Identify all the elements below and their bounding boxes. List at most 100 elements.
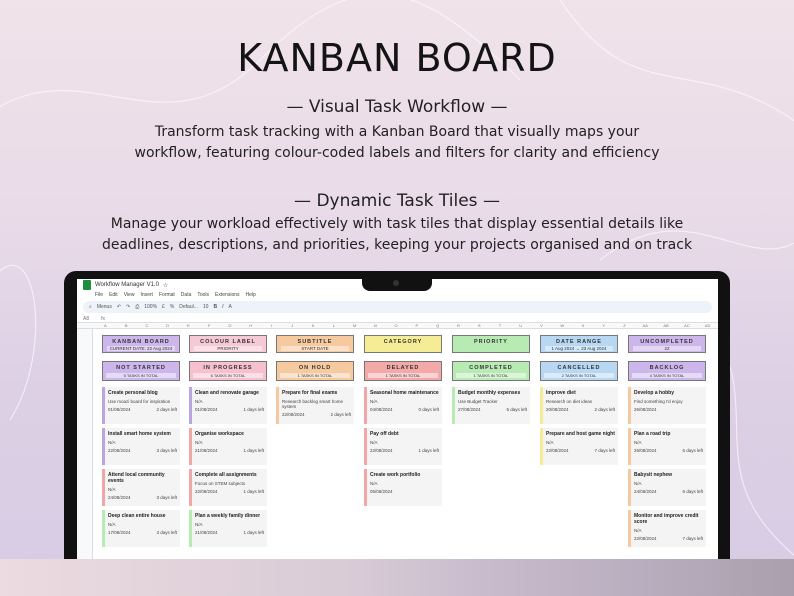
column-header[interactable]: N [365, 323, 386, 328]
column-header[interactable]: F [199, 323, 220, 328]
task-days-left: 0 days left [418, 407, 439, 412]
bold-icon[interactable]: B [213, 304, 217, 310]
header-box[interactable]: UNCOMPLETED 22 [628, 335, 706, 353]
column-title: ON HOLD [298, 365, 332, 371]
header-title: UNCOMPLETED [640, 339, 694, 345]
font-select[interactable]: Defaul... [179, 304, 198, 310]
task-card[interactable]: Improve diet Research on diet ideas 20/08/… [540, 387, 618, 424]
column-header[interactable]: L [323, 323, 344, 328]
menu-item[interactable]: Insert [140, 292, 153, 298]
task-date: 27/08/2024 [458, 407, 481, 412]
task-name: Organise workspace [195, 431, 244, 437]
column-header[interactable]: B [116, 323, 137, 328]
menu-item[interactable]: Data [181, 292, 192, 298]
column-title: COMPLETED [469, 365, 513, 371]
column-header[interactable]: U [510, 323, 531, 328]
column-header[interactable]: A [95, 323, 116, 328]
menu-item[interactable]: Tools [197, 292, 209, 298]
task-card[interactable]: Prepare for final exams Research backlog … [276, 387, 354, 424]
task-card[interactable]: Seasonal home maintenance N/A 04/08/2024 0 … [364, 387, 442, 424]
text-color-icon[interactable]: A [228, 304, 231, 310]
print-icon[interactable]: ⎙ [135, 304, 139, 310]
task-meta: 01/08/2024 2 days left [108, 407, 177, 412]
task-days-left: 1 days left [243, 489, 264, 494]
header-box[interactable]: PRIORITY [452, 335, 530, 353]
column-header[interactable]: Y [593, 323, 614, 328]
column-header[interactable]: S [469, 323, 490, 328]
task-card[interactable]: Pay off debt N/A 22/08/2024 1 days left [364, 428, 442, 465]
task-name: Plan a weekly family dinner [195, 513, 261, 519]
task-card[interactable]: Create personal blog Use moazi board for … [102, 387, 180, 424]
cell-reference[interactable]: A8 [83, 316, 89, 322]
task-meta: 26/08/2024 6 days left [634, 448, 703, 453]
column-header[interactable]: V [531, 323, 552, 328]
doc-title[interactable]: Workflow Manager V1.0 [95, 282, 159, 288]
task-card[interactable]: Plan a weekly family dinner N/A 21/08/2024… [189, 510, 267, 547]
column-header[interactable]: K [303, 323, 324, 328]
menu-item[interactable]: View [124, 292, 135, 298]
column-title: CANCELLED [557, 365, 601, 371]
menu-item[interactable]: Extensions [215, 292, 239, 298]
task-card[interactable]: Monitor and improve credit score N/A 22/08… [628, 510, 706, 547]
column-header[interactable]: M [344, 323, 365, 328]
menus-search[interactable]: Menus [97, 304, 112, 310]
column-header[interactable]: AB [656, 323, 677, 328]
task-card[interactable]: Plan a road trip N/A 26/08/2024 6 days left [628, 428, 706, 465]
header-box[interactable]: DATE RANGE 1 Aug 2024 → 23 Aug 2024 [540, 335, 618, 353]
task-card[interactable]: Attend local community events N/A 24/08/20… [102, 469, 180, 506]
column-header[interactable]: O [386, 323, 407, 328]
task-card[interactable]: Install smart home system N/A 22/08/2024 3 … [102, 428, 180, 465]
header-box[interactable]: CATEGORY [364, 335, 442, 353]
column-header[interactable]: X [573, 323, 594, 328]
task-card[interactable]: Babysit nephew N/A 24/08/2024 6 days left [628, 469, 706, 506]
column-header[interactable]: AD [697, 323, 718, 328]
search-icon[interactable]: ⌕ [89, 304, 92, 310]
menu-item[interactable]: Format [159, 292, 175, 298]
task-desc: N/A [195, 522, 203, 527]
task-card[interactable]: Organise workspace N/A 21/08/2024 1 days le… [189, 428, 267, 465]
percent-icon[interactable]: % [170, 304, 174, 310]
column-title: BACKLOG [649, 365, 685, 371]
task-name: Prepare for final exams [282, 390, 338, 396]
column-header[interactable]: T [490, 323, 511, 328]
column-header[interactable]: Z [614, 323, 635, 328]
task-card[interactable]: Deep clean entire house N/A 17/08/2024 3 da… [102, 510, 180, 547]
task-card[interactable]: Create work portfolio N/A 05/08/2024 [364, 469, 442, 506]
currency-icon[interactable]: £ [162, 304, 165, 310]
task-card[interactable]: Complete all assignments Focus on STEM su… [189, 469, 267, 506]
redo-icon[interactable]: ↷ [126, 304, 130, 310]
italic-icon[interactable]: I [222, 304, 223, 310]
column-header[interactable]: R [448, 323, 469, 328]
column-header[interactable]: D [157, 323, 178, 328]
column-count: 1 TASKS IN TOTAL [456, 373, 526, 378]
column-header[interactable]: I [261, 323, 282, 328]
column-header[interactable]: J [282, 323, 303, 328]
header-box[interactable]: KANBAN BOARD CURRENT DATE: 22 Aug 2024 [102, 335, 180, 353]
header-box[interactable]: COLOUR LABEL PRIORITY [189, 335, 267, 353]
section2-line1: Manage your workload effectively with ta… [110, 216, 684, 232]
column-header[interactable]: C [137, 323, 158, 328]
header-box[interactable]: SUBTITLE START DATE [276, 335, 354, 353]
column-header[interactable]: G [220, 323, 241, 328]
zoom-select[interactable]: 100% [144, 304, 157, 310]
task-card[interactable]: Develop a hobby Find something I'd enjoy 2… [628, 387, 706, 424]
column-header[interactable]: AA [635, 323, 656, 328]
column-header[interactable]: E [178, 323, 199, 328]
undo-icon[interactable]: ↶ [117, 304, 121, 310]
font-size-input[interactable]: 10 [203, 304, 209, 310]
menu-item[interactable]: Edit [109, 292, 118, 298]
task-card[interactable]: Budget monthly expenses Use Budget Tracke… [452, 387, 530, 424]
column-header[interactable]: P [406, 323, 427, 328]
column-header[interactable]: W [552, 323, 573, 328]
task-name: Install smart home system [108, 431, 171, 437]
star-icon[interactable]: ☆ [163, 282, 168, 289]
menu-item[interactable]: File [95, 292, 103, 298]
task-card[interactable]: Clean and renovate garage N/A 01/08/2024 1 … [189, 387, 267, 424]
column-header[interactable]: AC [676, 323, 697, 328]
menu-item[interactable]: Help [246, 292, 256, 298]
task-desc: Find something I'd enjoy [634, 399, 683, 404]
column-header[interactable]: H [240, 323, 261, 328]
task-days-left: 6 days left [682, 489, 703, 494]
task-card[interactable]: Prepare and host game night N/A 22/08/2024… [540, 428, 618, 465]
column-header[interactable]: Q [427, 323, 448, 328]
